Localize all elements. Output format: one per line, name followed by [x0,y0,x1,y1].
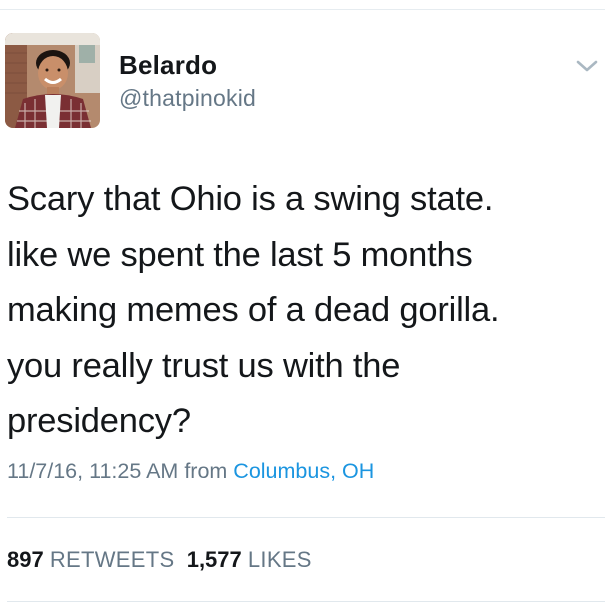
retweets-stat[interactable]: 897 RETWEETS [7,547,174,572]
tweet-line: like we spent the last 5 months [7,235,473,274]
tweet-meta: 11/7/16, 11:25 AM from Columbus, OH [7,459,374,484]
tweet-stats: 897 RETWEETS 1,577 LIKES [7,547,312,573]
retweets-count: 897 [7,547,44,572]
likes-label: LIKES [247,547,312,572]
display-name[interactable]: Belardo [119,50,217,81]
likes-count: 1,577 [186,547,242,572]
from-label: from [184,459,228,483]
chevron-down-icon[interactable] [575,58,599,74]
top-divider [0,9,605,10]
retweets-label: RETWEETS [49,547,175,572]
user-handle[interactable]: @thatpinokid [119,85,256,112]
avatar[interactable] [5,33,100,128]
likes-stat[interactable]: 1,577 LIKES [187,547,312,572]
location-link[interactable]: Columbus, OH [233,459,374,483]
timestamp: 11/7/16, 11:25 AM [7,459,179,483]
tweet-line: Scary that Ohio is a swing state. [7,180,494,218]
tweet-line: making memes of a dead gorilla. [7,291,500,329]
tweet-line: presidency? [7,402,191,440]
stats-divider-bottom [7,601,605,602]
stats-divider-top [7,517,605,518]
tweet-line: you really trust us with the [7,346,401,385]
tweet-text: Scary that Ohio is a swing state. like w… [7,172,592,450]
